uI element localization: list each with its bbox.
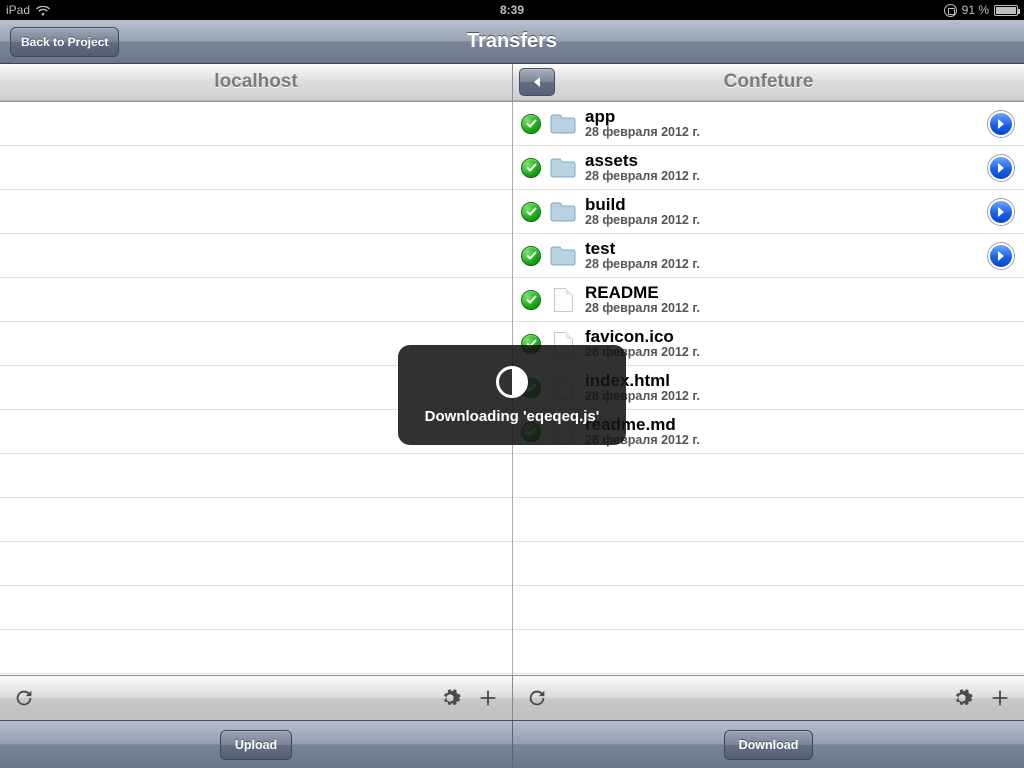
folder-icon (549, 244, 577, 268)
battery-icon (994, 5, 1018, 16)
disclosure-button[interactable] (988, 243, 1014, 269)
item-name: test (585, 240, 980, 258)
back-to-project-label: Back to Project (21, 35, 108, 49)
check-icon (521, 114, 541, 134)
item-date: 28 февраля 2012 г. (585, 302, 1014, 315)
list-item[interactable]: test28 февраля 2012 г. (513, 234, 1024, 278)
right-pane-back-button[interactable] (519, 68, 555, 96)
item-date: 28 февраля 2012 г. (585, 434, 1014, 447)
check-icon (521, 246, 541, 266)
empty-row (513, 454, 1024, 498)
item-name: favicon.ico (585, 328, 1014, 346)
left-pane-title: localhost (214, 71, 297, 93)
empty-row (0, 278, 512, 322)
item-name: assets (585, 152, 980, 170)
download-button[interactable]: Download (724, 730, 814, 760)
refresh-button[interactable] (519, 680, 555, 716)
add-button[interactable] (470, 680, 506, 716)
nav-bar: Back to Project Transfers (0, 20, 1024, 64)
settings-button[interactable] (432, 680, 468, 716)
list-item[interactable]: README28 февраля 2012 г. (513, 278, 1024, 322)
left-pane-toolbar (0, 675, 512, 720)
empty-row (513, 542, 1024, 586)
empty-row (0, 586, 512, 630)
item-name: index.html (585, 372, 1014, 390)
list-item[interactable]: build28 февраля 2012 г. (513, 190, 1024, 234)
item-date: 28 февраля 2012 г. (585, 346, 1014, 359)
check-icon (521, 158, 541, 178)
settings-button[interactable] (944, 680, 980, 716)
empty-row (513, 630, 1024, 674)
empty-row (513, 586, 1024, 630)
list-item[interactable]: assets28 февраля 2012 г. (513, 146, 1024, 190)
progress-hud: Downloading 'eqeqeq.js' (398, 345, 626, 445)
item-name: build (585, 196, 980, 214)
folder-icon (549, 200, 577, 224)
disclosure-button[interactable] (988, 155, 1014, 181)
orientation-lock-icon (944, 4, 957, 17)
refresh-button[interactable] (6, 680, 42, 716)
empty-row (0, 102, 512, 146)
page-title: Transfers (467, 30, 557, 53)
right-pane-toolbar (512, 675, 1024, 720)
upload-label: Upload (235, 738, 277, 752)
list-item[interactable]: app28 февраля 2012 г. (513, 102, 1024, 146)
left-pane-header: localhost (0, 64, 512, 101)
upload-button[interactable]: Upload (220, 730, 292, 760)
check-icon (521, 290, 541, 310)
folder-icon (549, 112, 577, 136)
folder-icon (549, 156, 577, 180)
empty-row (513, 498, 1024, 542)
download-label: Download (739, 738, 799, 752)
file-icon (549, 288, 577, 312)
wifi-icon (36, 5, 50, 15)
item-date: 28 февраля 2012 г. (585, 214, 980, 227)
back-to-project-button[interactable]: Back to Project (10, 27, 119, 57)
device-label: iPad (6, 3, 30, 17)
disclosure-button[interactable] (988, 111, 1014, 137)
empty-row (0, 234, 512, 278)
progress-pie-icon (496, 366, 528, 398)
item-name: readme.md (585, 416, 1014, 434)
item-date: 28 февраля 2012 г. (585, 126, 980, 139)
status-bar: iPad 8:39 91 % (0, 0, 1024, 20)
right-pane-header: Confeture (512, 64, 1024, 101)
empty-row (0, 146, 512, 190)
empty-row (0, 454, 512, 498)
right-pane-title: Confeture (724, 71, 814, 93)
empty-row (0, 498, 512, 542)
item-name: app (585, 108, 980, 126)
item-date: 28 февраля 2012 г. (585, 170, 980, 183)
disclosure-button[interactable] (988, 199, 1014, 225)
add-button[interactable] (982, 680, 1018, 716)
clock: 8:39 (500, 3, 524, 17)
item-date: 28 февраля 2012 г. (585, 390, 1014, 403)
check-icon (521, 202, 541, 222)
item-date: 28 февраля 2012 г. (585, 258, 980, 271)
empty-row (0, 190, 512, 234)
empty-row (0, 542, 512, 586)
empty-row (0, 630, 512, 674)
item-name: README (585, 284, 1014, 302)
battery-percent: 91 % (962, 3, 989, 17)
progress-message: Downloading 'eqeqeq.js' (425, 408, 600, 425)
